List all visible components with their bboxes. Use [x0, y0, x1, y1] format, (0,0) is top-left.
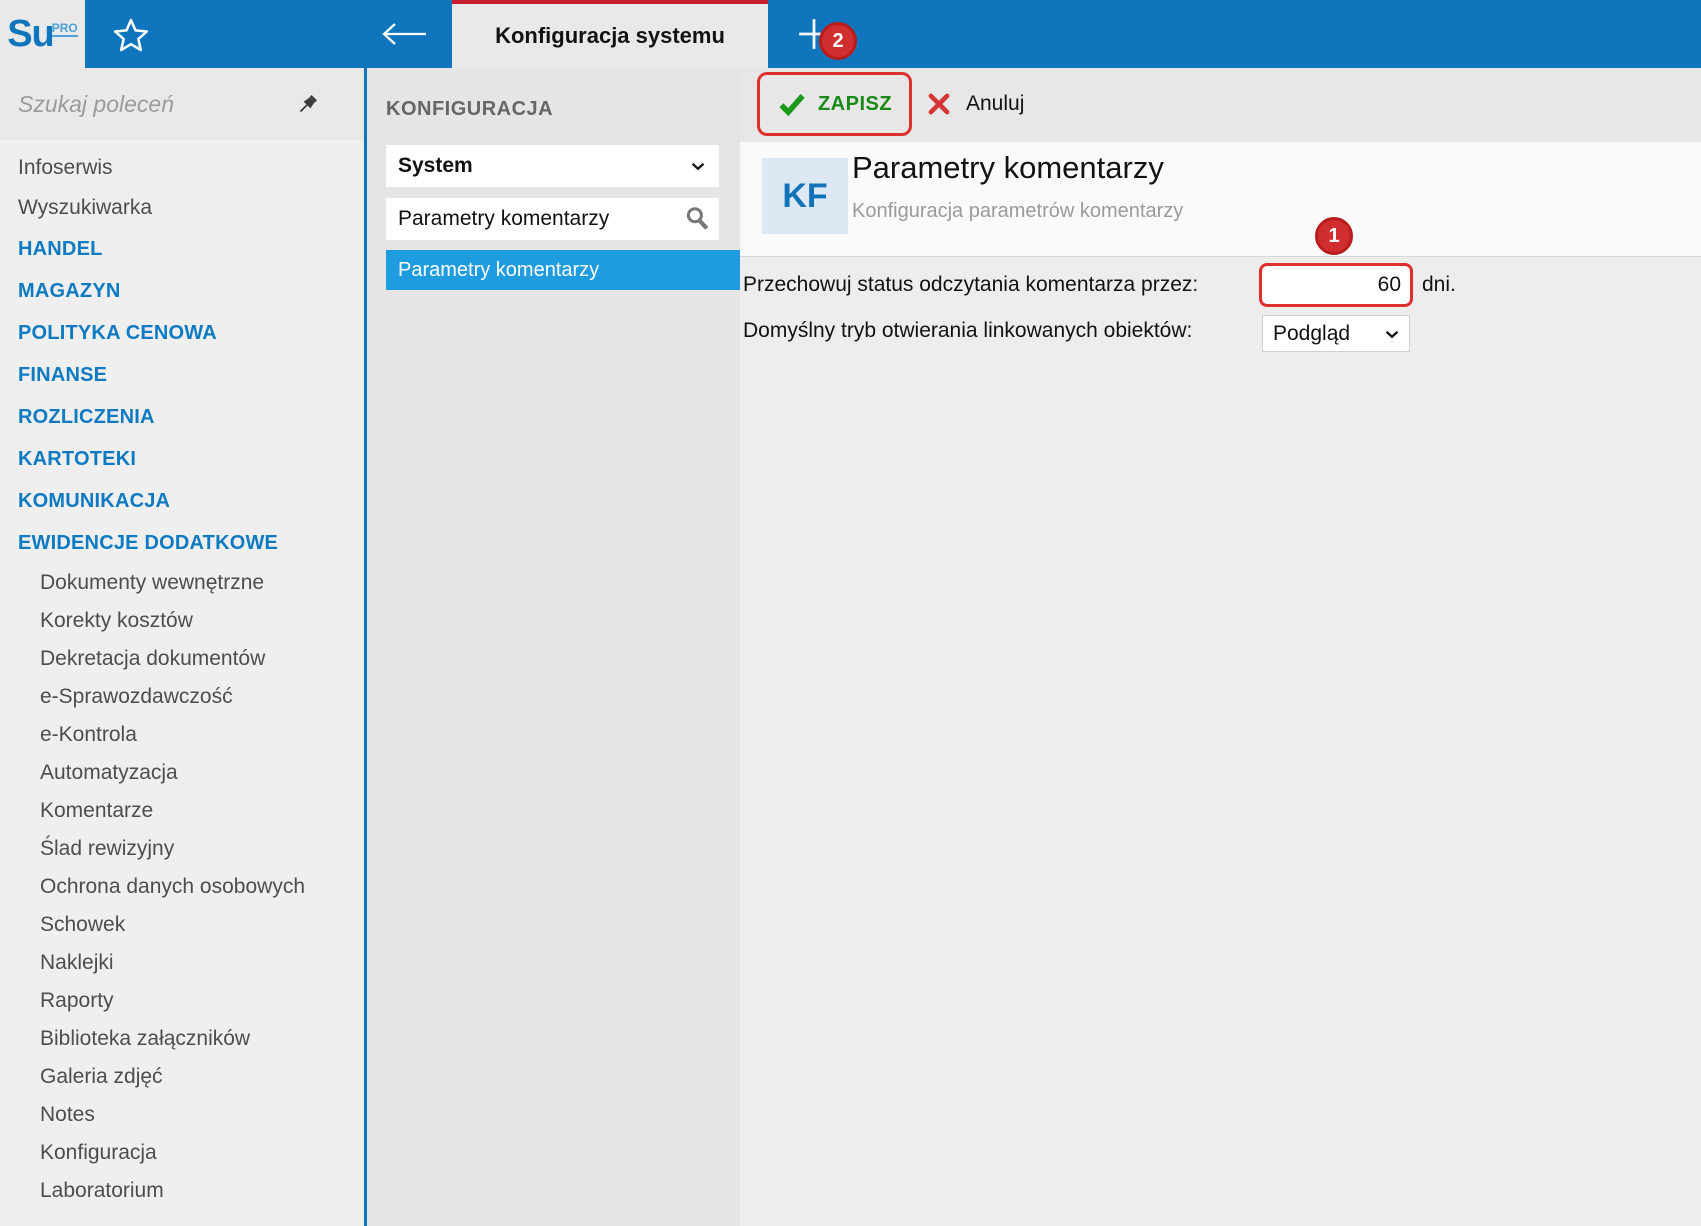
chevron-down-icon [687, 155, 709, 177]
sidebar-item[interactable]: Schowek [0, 906, 364, 944]
sidebar-item[interactable]: Laboratorium [0, 1172, 364, 1210]
sidebar-item[interactable]: Konfiguracja [0, 1134, 364, 1172]
sidebar-item[interactable]: MAGAZYN [0, 270, 364, 312]
config-search-input[interactable]: Parametry komentarzy [386, 198, 719, 240]
app-logo[interactable]: SuPRO [0, 0, 85, 68]
open-mode-select[interactable]: Podgląd [1262, 315, 1410, 352]
search-icon[interactable] [683, 204, 713, 234]
sidebar-item[interactable]: Raporty [0, 982, 364, 1020]
sidebar-item[interactable]: Galeria zdjęć [0, 1058, 364, 1096]
sidebar-item[interactable]: Dokumenty wewnętrzne [0, 564, 364, 602]
sidebar-item[interactable]: Notes [0, 1096, 364, 1134]
config-search-value: Parametry komentarzy [398, 207, 610, 230]
top-bar: SuPRO Konfiguracja systemu 2 [0, 0, 1701, 68]
check-icon [777, 89, 807, 119]
sidebar-item[interactable]: Komentarze [0, 792, 364, 830]
sidebar-item[interactable]: EWIDENCJE DODATKOWE [0, 522, 364, 564]
page-subtitle: Konfiguracja parametrów komentarzy [852, 200, 1184, 222]
sidebar-menu: Infoserwis Wyszukiwarka HANDEL MAGAZYN POLIT… [0, 148, 364, 1210]
star-icon [111, 15, 151, 55]
x-icon [926, 91, 952, 117]
sidebar-item[interactable]: Biblioteka załączników [0, 1020, 364, 1058]
config-panel-title: KONFIGURACJA [386, 98, 554, 120]
open-mode-select-value: Podgląd [1273, 321, 1351, 345]
tab-title: Konfiguracja systemu [495, 23, 725, 48]
toolbar: ZAPISZ Anuluj [740, 68, 1701, 142]
sidebar-search-placeholder: Szukaj poleceń [18, 90, 174, 117]
sidebar-item[interactable]: Automatyzacja [0, 754, 364, 792]
config-section-select[interactable]: System [386, 145, 719, 187]
sidebar-item[interactable]: e-Kontrola [0, 716, 364, 754]
application-window: SuPRO Konfiguracja systemu 2 Szukaj pole… [0, 0, 1701, 1226]
sidebar-search-input[interactable]: Szukaj poleceń [0, 68, 364, 140]
favorites-button[interactable] [110, 14, 152, 56]
pin-icon[interactable] [294, 92, 320, 118]
config-panel: KONFIGURACJA System Parametry komentarzy… [367, 68, 740, 1226]
field-suffix-dni: dni. [1422, 273, 1456, 296]
retention-days-value: 60 [1377, 273, 1401, 296]
cancel-button-label: Anuluj [966, 92, 1025, 115]
chevron-down-icon [1381, 323, 1403, 345]
sidebar-item[interactable]: Infoserwis [0, 148, 364, 188]
field-label-retention: Przechowuj status odczytania komentarza … [743, 273, 1199, 296]
sidebar-item[interactable]: e-Sprawozdawczość [0, 678, 364, 716]
back-arrow-icon [380, 21, 428, 47]
tab-konfiguracja-systemu[interactable]: Konfiguracja systemu [452, 0, 768, 68]
sidebar: Szukaj poleceń Infoserwis Wyszukiwarka HAN… [0, 68, 364, 1226]
save-annotation-outline: ZAPISZ [757, 72, 912, 136]
sidebar-item[interactable]: KOMUNIKACJA [0, 480, 364, 522]
sidebar-item[interactable]: Wyszukiwarka [0, 188, 364, 228]
main-panel: ZAPISZ Anuluj KF Parametry komentarzy Ko… [740, 68, 1701, 1226]
content-header: KF Parametry komentarzy Konfiguracja par… [740, 142, 1701, 257]
config-section-select-value: System [398, 154, 473, 177]
retention-days-input[interactable]: 60 [1259, 263, 1413, 307]
back-button[interactable] [378, 16, 430, 52]
save-button[interactable]: ZAPISZ [818, 93, 892, 116]
module-initials-badge: KF [762, 158, 848, 234]
sidebar-item[interactable]: POLITYKA CENOWA [0, 312, 364, 354]
sidebar-item[interactable]: Korekty kosztów [0, 602, 364, 640]
page-title: Parametry komentarzy [852, 150, 1164, 185]
config-list-item-selected[interactable]: Parametry komentarzy [386, 250, 740, 290]
sidebar-item[interactable]: KARTOTEKI [0, 438, 364, 480]
sidebar-item[interactable]: Naklejki [0, 944, 364, 982]
sidebar-item[interactable]: FINANSE [0, 354, 364, 396]
field-label-open-mode: Domyślny tryb otwierania linkowanych obi… [743, 319, 1193, 342]
sidebar-item[interactable]: Ochrona danych osobowych [0, 868, 364, 906]
sidebar-item[interactable]: Dekretacja dokumentów [0, 640, 364, 678]
sidebar-item[interactable]: Ślad rewizyjny [0, 830, 364, 868]
sidebar-item[interactable]: HANDEL [0, 228, 364, 270]
annotation-badge-1: 1 [1315, 217, 1353, 255]
app-logo-pro: PRO [51, 21, 78, 38]
app-logo-text: SuPRO [7, 13, 78, 55]
sidebar-item[interactable]: ROZLICZENIA [0, 396, 364, 438]
cancel-button[interactable]: Anuluj [916, 72, 1034, 136]
annotation-badge-2: 2 [819, 22, 857, 60]
